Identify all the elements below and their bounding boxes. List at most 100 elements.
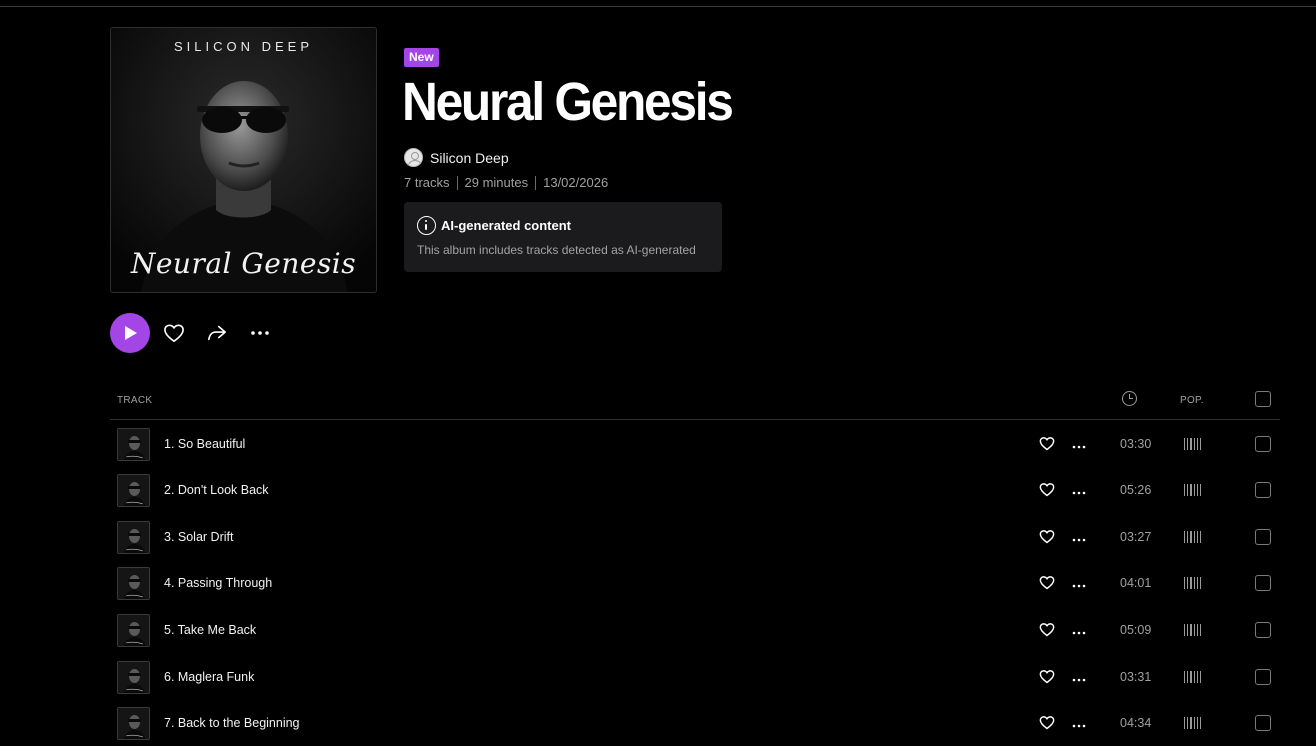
album-meta: 7 tracks 29 minutes 13/02/2026 xyxy=(404,175,608,190)
track-checkbox[interactable] xyxy=(1255,622,1271,638)
track-more-button[interactable] xyxy=(1072,436,1088,452)
popularity-bars xyxy=(1184,622,1202,636)
track-title[interactable]: 1. So Beautiful xyxy=(164,437,245,451)
popularity-bars xyxy=(1184,715,1202,729)
share-icon xyxy=(208,325,226,341)
like-track-button[interactable] xyxy=(1039,436,1055,452)
popularity-bars xyxy=(1184,575,1202,589)
track-count: 7 tracks xyxy=(404,175,450,190)
track-checkbox[interactable] xyxy=(1255,575,1271,591)
like-track-button[interactable] xyxy=(1039,575,1055,591)
track-title[interactable]: 4. Passing Through xyxy=(164,576,272,590)
artist-avatar xyxy=(404,148,423,167)
artist-name[interactable]: Silicon Deep xyxy=(430,150,509,166)
more-icon xyxy=(1072,538,1086,542)
like-album-button[interactable] xyxy=(162,322,186,344)
track-thumbnail xyxy=(117,521,150,554)
track-duration: 04:34 xyxy=(1120,716,1152,730)
track-more-button[interactable] xyxy=(1072,669,1088,685)
track-checkbox[interactable] xyxy=(1255,529,1271,545)
column-header-track: TRACK xyxy=(117,395,153,406)
more-icon xyxy=(251,331,269,335)
track-duration: 05:09 xyxy=(1120,623,1152,637)
more-icon xyxy=(1072,491,1086,495)
select-all-checkbox[interactable] xyxy=(1255,391,1271,407)
ai-notice-header: AI-generated content xyxy=(417,216,571,235)
track-duration: 03:27 xyxy=(1120,530,1152,544)
table-row[interactable]: 7. Back to the Beginning 04:34 xyxy=(110,707,1280,746)
ai-notice: AI-generated content This album includes… xyxy=(404,202,722,272)
info-icon xyxy=(417,216,436,235)
meta-separator xyxy=(456,175,458,190)
meta-separator xyxy=(535,175,537,190)
heart-icon xyxy=(1039,670,1055,684)
release-date: 13/02/2026 xyxy=(543,175,609,190)
track-more-button[interactable] xyxy=(1072,715,1088,731)
table-row[interactable]: 6. Maglera Funk 03:31 xyxy=(110,661,1280,707)
track-more-button[interactable] xyxy=(1072,482,1088,498)
album-cover: SILICON DEEP Neural Genesis xyxy=(110,27,377,293)
track-title[interactable]: 3. Solar Drift xyxy=(164,530,233,544)
track-thumbnail xyxy=(117,614,150,647)
track-duration: 04:01 xyxy=(1120,576,1152,590)
ai-notice-title: AI-generated content xyxy=(441,218,572,233)
track-thumbnail xyxy=(117,474,150,507)
track-title[interactable]: 5. Take Me Back xyxy=(164,623,256,637)
heart-icon xyxy=(1039,530,1055,544)
track-thumbnail xyxy=(117,707,150,740)
track-duration: 05:26 xyxy=(1120,483,1152,497)
more-options-button[interactable] xyxy=(248,322,272,344)
popularity-bars xyxy=(1184,436,1202,450)
table-header-divider xyxy=(110,419,1280,420)
table-row[interactable]: 4. Passing Through 04:01 xyxy=(110,567,1280,613)
track-duration: 03:31 xyxy=(1120,670,1152,684)
album-title: Neural Genesis xyxy=(402,72,734,132)
top-divider xyxy=(0,6,1316,7)
cover-artist-text: SILICON DEEP xyxy=(173,39,314,54)
share-button[interactable] xyxy=(205,322,229,344)
table-row[interactable]: 5. Take Me Back 05:09 xyxy=(110,614,1280,660)
track-checkbox[interactable] xyxy=(1255,715,1271,731)
popularity-bars xyxy=(1184,482,1202,496)
heart-icon xyxy=(1039,437,1055,451)
more-icon xyxy=(1072,445,1086,449)
track-more-button[interactable] xyxy=(1072,575,1088,591)
play-button[interactable] xyxy=(110,313,150,353)
track-title[interactable]: 6. Maglera Funk xyxy=(164,670,254,684)
like-track-button[interactable] xyxy=(1039,669,1055,685)
like-track-button[interactable] xyxy=(1039,622,1055,638)
track-checkbox[interactable] xyxy=(1255,436,1271,452)
like-track-button[interactable] xyxy=(1039,529,1055,545)
more-icon xyxy=(1072,678,1086,682)
more-icon xyxy=(1072,724,1086,728)
album-duration: 29 minutes xyxy=(464,175,529,190)
track-checkbox[interactable] xyxy=(1255,482,1271,498)
track-more-button[interactable] xyxy=(1072,622,1088,638)
more-icon xyxy=(1072,584,1086,588)
ai-notice-description: This album includes tracks detected as A… xyxy=(417,243,696,257)
heart-icon xyxy=(1039,716,1055,730)
heart-icon xyxy=(164,324,184,342)
track-thumbnail xyxy=(117,428,150,461)
like-track-button[interactable] xyxy=(1039,715,1055,731)
track-title[interactable]: 7. Back to the Beginning xyxy=(164,716,300,730)
track-title[interactable]: 2. Don't Look Back xyxy=(164,483,269,497)
heart-icon xyxy=(1039,483,1055,497)
popularity-bars xyxy=(1184,669,1202,683)
table-row[interactable]: 3. Solar Drift 03:27 xyxy=(110,521,1280,567)
like-track-button[interactable] xyxy=(1039,482,1055,498)
popularity-bars xyxy=(1184,529,1202,543)
track-checkbox[interactable] xyxy=(1255,669,1271,685)
new-badge: New xyxy=(404,48,439,67)
table-row[interactable]: 2. Don't Look Back 05:26 xyxy=(110,474,1280,520)
play-icon xyxy=(125,326,137,340)
more-icon xyxy=(1072,631,1086,635)
track-more-button[interactable] xyxy=(1072,529,1088,545)
cover-title-text: Neural Genesis xyxy=(130,247,357,280)
artist-link[interactable]: Silicon Deep xyxy=(404,148,509,167)
heart-icon xyxy=(1039,576,1055,590)
table-row[interactable]: 1. So Beautiful 03:30 xyxy=(110,428,1280,474)
track-duration: 03:30 xyxy=(1120,437,1152,451)
track-thumbnail xyxy=(117,661,150,694)
heart-icon xyxy=(1039,623,1055,637)
